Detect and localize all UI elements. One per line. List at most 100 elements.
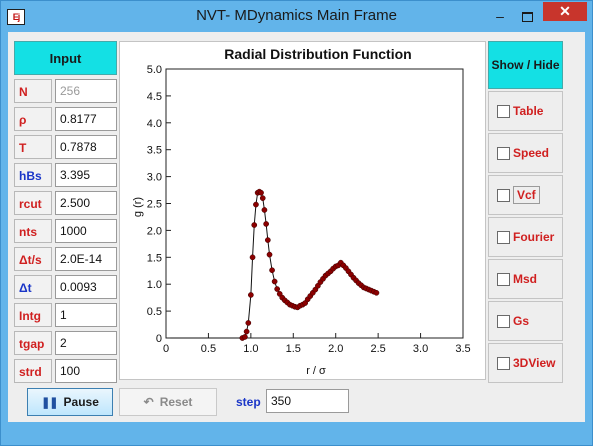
close-button[interactable]: ✕ <box>543 2 587 21</box>
step-field[interactable]: 350 <box>266 389 349 413</box>
x-tick-label: 0 <box>163 343 169 355</box>
checkbox[interactable] <box>497 315 510 328</box>
x-tick-label: 3.0 <box>413 343 428 355</box>
y-tick-label: 0.5 <box>147 306 162 318</box>
data-point <box>242 334 248 340</box>
checkbox[interactable] <box>497 273 510 286</box>
param-label: Intg <box>14 303 52 327</box>
data-point <box>264 237 271 243</box>
option-msd[interactable]: Msd <box>488 259 563 299</box>
data-point <box>266 251 273 258</box>
param-field[interactable]: 100 <box>55 359 117 383</box>
data-point <box>259 195 266 201</box>
x-tick-label: 2.5 <box>370 343 385 355</box>
option-table[interactable]: Table <box>488 91 563 131</box>
option-label: Speed <box>513 146 550 160</box>
x-tick-label: 3.5 <box>455 343 470 355</box>
param-label: hBs <box>14 163 52 187</box>
param-row: strd 100 <box>14 359 117 385</box>
param-row: hBs 3.395 <box>14 163 117 189</box>
y-tick-label: 4.0 <box>147 118 162 130</box>
rdf-chart: Radial Distribution Function 0 0.5 1.0 1.5 2… <box>119 41 486 380</box>
data-point <box>269 267 275 274</box>
checkbox[interactable] <box>497 147 510 160</box>
param-field[interactable]: 1000 <box>55 219 117 243</box>
param-label: strd <box>14 359 52 383</box>
param-field[interactable]: 2 <box>55 331 117 355</box>
checkbox[interactable] <box>497 231 510 244</box>
param-field[interactable]: 2.500 <box>55 191 117 215</box>
param-row: nts 1000 <box>14 219 117 245</box>
data-point <box>253 201 259 208</box>
y-axis-label: g (r) <box>132 197 144 217</box>
main-window: Ej NVT- MDynamics Main Frame – ✕ Input N… <box>0 0 593 446</box>
option-label: Msd <box>513 272 537 286</box>
param-row: tgap 2 <box>14 331 117 357</box>
param-field[interactable]: 256 <box>55 79 117 103</box>
option-label: Fourier <box>513 230 555 244</box>
option-speed[interactable]: Speed <box>488 133 563 173</box>
y-tick-label: 1.0 <box>147 279 162 291</box>
y-tick-label: 5.0 <box>147 64 162 76</box>
option-label: 3DView <box>513 356 556 370</box>
y-tick-label: 0 <box>156 333 162 345</box>
data-point <box>373 289 380 296</box>
chart-axes: 0 0.5 1.0 1.5 2.0 2.5 3.0 3.5 0 0.5 1.0 1.5 2.0 2.5 3.… <box>147 64 471 355</box>
pause-button[interactable]: ❚❚ Pause <box>27 388 113 416</box>
param-label: tgap <box>14 331 52 355</box>
reset-button[interactable]: ↶ Reset <box>119 388 217 416</box>
option-fourier[interactable]: Fourier <box>488 217 563 257</box>
data-point <box>258 189 264 196</box>
param-field[interactable]: 2.0E-14 <box>55 247 117 271</box>
show-hide-button[interactable]: Show / Hide <box>488 41 563 89</box>
x-tick-label: 1.0 <box>243 343 258 355</box>
param-label: N <box>14 79 52 103</box>
option-label: Gs <box>513 314 530 328</box>
param-label: T <box>14 135 52 159</box>
option-gs[interactable]: Gs <box>488 301 563 341</box>
checkbox[interactable] <box>497 357 510 370</box>
chart-title: Radial Distribution Function <box>224 46 411 62</box>
maximize-button[interactable] <box>514 6 540 26</box>
option-label: Vcf <box>513 186 540 204</box>
param-field[interactable]: 3.395 <box>55 163 117 187</box>
option-label: Table <box>513 104 544 118</box>
option-vcf[interactable]: Vcf <box>488 175 563 215</box>
y-tick-label: 3.0 <box>147 172 162 184</box>
data-point <box>248 292 254 298</box>
param-row: Δt/s 2.0E-14 <box>14 247 117 273</box>
param-row: Δt 0.0093 <box>14 275 117 301</box>
param-field[interactable]: 1 <box>55 303 117 327</box>
data-point <box>243 328 250 335</box>
param-row: rcut 2.500 <box>14 191 117 217</box>
param-row: ρ 0.8177 <box>14 107 117 133</box>
y-tick-label: 4.5 <box>147 91 162 103</box>
input-header: Input <box>14 41 117 75</box>
checkbox[interactable] <box>497 105 510 118</box>
plot-frame <box>165 68 464 339</box>
chart-marks <box>170 188 380 341</box>
param-row: Intg 1 <box>14 303 117 329</box>
maximize-icon <box>521 12 533 23</box>
pause-icon: ❚❚ <box>41 397 58 409</box>
param-row: T 0.7878 <box>14 135 117 161</box>
y-tick-label: 2.5 <box>147 199 162 211</box>
minimize-button[interactable]: – <box>487 6 513 26</box>
x-axis-label: r / σ <box>306 365 326 377</box>
data-point <box>249 254 256 261</box>
param-label: nts <box>14 219 52 243</box>
data-point <box>261 207 268 213</box>
option-3dview[interactable]: 3DView <box>488 343 563 383</box>
x-tick-label: 0.5 <box>201 343 216 355</box>
data-point <box>263 221 269 227</box>
param-label: Δt <box>14 275 52 299</box>
x-tick-label: 1.5 <box>286 343 301 355</box>
data-point <box>251 222 258 228</box>
title-bar[interactable]: Ej NVT- MDynamics Main Frame – ✕ <box>1 1 592 31</box>
param-field[interactable]: 0.8177 <box>55 107 117 131</box>
param-field[interactable]: 0.7878 <box>55 135 117 159</box>
checkbox[interactable] <box>497 189 510 202</box>
step-label: step <box>236 395 261 409</box>
y-tick-label: 2.0 <box>147 225 162 237</box>
param-field[interactable]: 0.0093 <box>55 275 117 299</box>
